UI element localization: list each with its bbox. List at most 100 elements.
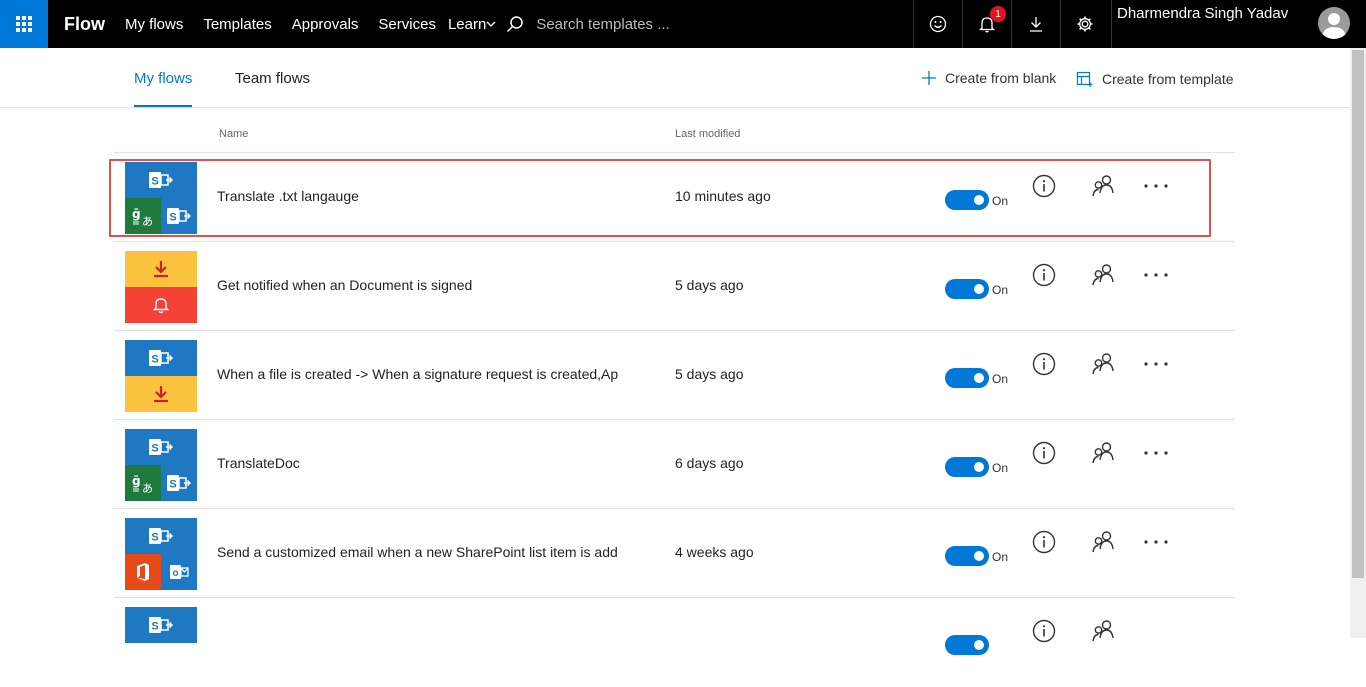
column-header-name[interactable]: Name [219,128,248,140]
info-icon[interactable] [1032,263,1056,287]
info-icon[interactable] [1032,174,1056,198]
scrollbar-thumb[interactable] [1352,50,1364,578]
create-from-blank-button[interactable]: Create from blank [921,70,1056,86]
more-options-icon[interactable] [1143,174,1169,198]
share-icon[interactable] [1091,530,1115,554]
notifications-button[interactable]: 1 [962,0,1011,48]
smiley-icon [929,15,947,33]
user-name: Dharmendra Singh Yadav [1117,5,1289,22]
flow-row-5-modified: 4 weeks ago [675,544,754,560]
translator-icon [125,465,161,501]
download-button[interactable] [1011,0,1060,48]
top-icon-group: 1 [913,0,1109,48]
tab-team-flows[interactable]: Team flows [235,70,310,87]
sharepoint-icon [125,518,197,554]
more-options-icon[interactable] [1143,530,1169,554]
info-icon[interactable] [1032,530,1056,554]
flow-row-2-toggle-label: On [992,283,1009,297]
download-icon [125,376,197,412]
flow-row-3-connector-icons [125,340,197,412]
flow-row-5-toggle[interactable] [945,546,989,566]
chevron-down-icon [486,21,496,27]
download-icon [1030,17,1042,32]
flow-row-3-toggle-label: On [992,372,1009,386]
flow-row-4-name[interactable]: TranslateDoc [217,455,639,471]
more-options-icon[interactable] [1143,352,1169,376]
nav-learn-label: Learn [447,15,487,33]
template-icon [1076,71,1093,87]
plus-icon [922,71,936,85]
flow-row-6-connector-icons [125,607,197,679]
flow-row-2-toggle[interactable] [945,279,989,299]
search-input[interactable]: Search templates ... [536,16,669,33]
outlook-icon [161,554,197,590]
create-from-blank-label: Create from blank [945,70,1057,86]
download-icon [125,251,197,287]
info-icon[interactable] [1032,441,1056,465]
flow-row-4-connector-icons [125,429,197,501]
share-icon[interactable] [1091,263,1115,287]
brand-logo[interactable]: Flow [64,14,105,35]
top-navigation-bar: Flow My flows Templates Approvals Servic… [0,0,1366,48]
avatar[interactable] [1318,7,1350,39]
feedback-button[interactable] [913,0,962,48]
info-icon[interactable] [1032,352,1056,376]
create-from-template-button[interactable]: Create from template [1076,70,1234,88]
info-icon[interactable] [1032,619,1056,643]
flow-row-4-toggle-label: On [992,461,1009,475]
flow-row-2-name[interactable]: Get notified when an Document is signed [217,277,639,293]
flow-row-4-modified: 6 days ago [675,455,744,471]
more-options-icon[interactable] [1143,441,1169,465]
person-icon [1322,13,1346,39]
flow-row-2-modified: 5 days ago [675,277,744,293]
sharepoint-icon [125,162,197,198]
share-icon[interactable] [1091,441,1115,465]
gear-icon [1077,16,1093,32]
tab-my-flows[interactable]: My flows [134,70,193,107]
nav-my-flows[interactable]: My flows [125,16,183,33]
translator-icon [125,198,161,234]
flow-row-1-modified: 10 minutes ago [675,188,771,204]
flow-row-5[interactable]: Send a customized email when a new Share… [114,509,1235,598]
nav-approvals[interactable]: Approvals [292,16,359,33]
subheader: My flows Team flows Create from blank Cr… [0,48,1350,108]
user-account-button[interactable]: Dharmendra Singh Yadav [1111,0,1366,48]
app-launcher-button[interactable] [0,0,48,48]
search-icon [507,16,524,33]
flow-row-2[interactable]: Get notified when an Document is signed … [114,242,1235,331]
notification-count-badge: 1 [990,6,1006,22]
flow-row-3-name[interactable]: When a file is created -> When a signatu… [217,366,639,382]
nav-services[interactable]: Services [378,16,436,33]
search-box[interactable]: Search templates ... [506,15,670,33]
settings-button[interactable] [1060,0,1109,48]
share-icon[interactable] [1091,174,1115,198]
nav-templates[interactable]: Templates [203,16,271,33]
flow-row-6-toggle[interactable] [945,635,989,655]
share-icon[interactable] [1091,619,1115,643]
notification-bell-icon [125,287,197,323]
sharepoint-icon [125,429,197,465]
flow-row-6[interactable] [114,598,1235,687]
flow-row-1-name[interactable]: Translate .txt langauge [217,188,639,204]
flow-row-1-toggle-label: On [992,194,1009,208]
create-from-template-label: Create from template [1102,71,1234,87]
sharepoint-icon [161,198,197,234]
more-options-icon[interactable] [1143,263,1169,287]
flow-row-4[interactable]: TranslateDoc 6 days ago On [114,420,1235,509]
nav-learn-dropdown[interactable]: Learn [448,16,496,33]
flow-row-5-name[interactable]: Send a customized email when a new Share… [217,544,639,560]
flow-row-4-toggle[interactable] [945,457,989,477]
column-header-last-modified[interactable]: Last modified [675,128,740,140]
flow-row-3[interactable]: When a file is created -> When a signatu… [114,331,1235,420]
flow-row-1-connector-icons [125,162,197,234]
sharepoint-icon [161,465,197,501]
flow-row-3-modified: 5 days ago [675,366,744,382]
flow-row-5-connector-icons [125,518,197,590]
flow-row-3-toggle[interactable] [945,368,989,388]
flow-row-2-connector-icons [125,251,197,323]
flow-row-1[interactable]: Translate .txt langauge 10 minutes ago O… [114,153,1235,242]
office-icon [125,554,161,590]
share-icon[interactable] [1091,352,1115,376]
waffle-icon [16,16,32,32]
flow-row-1-toggle[interactable] [945,190,989,210]
